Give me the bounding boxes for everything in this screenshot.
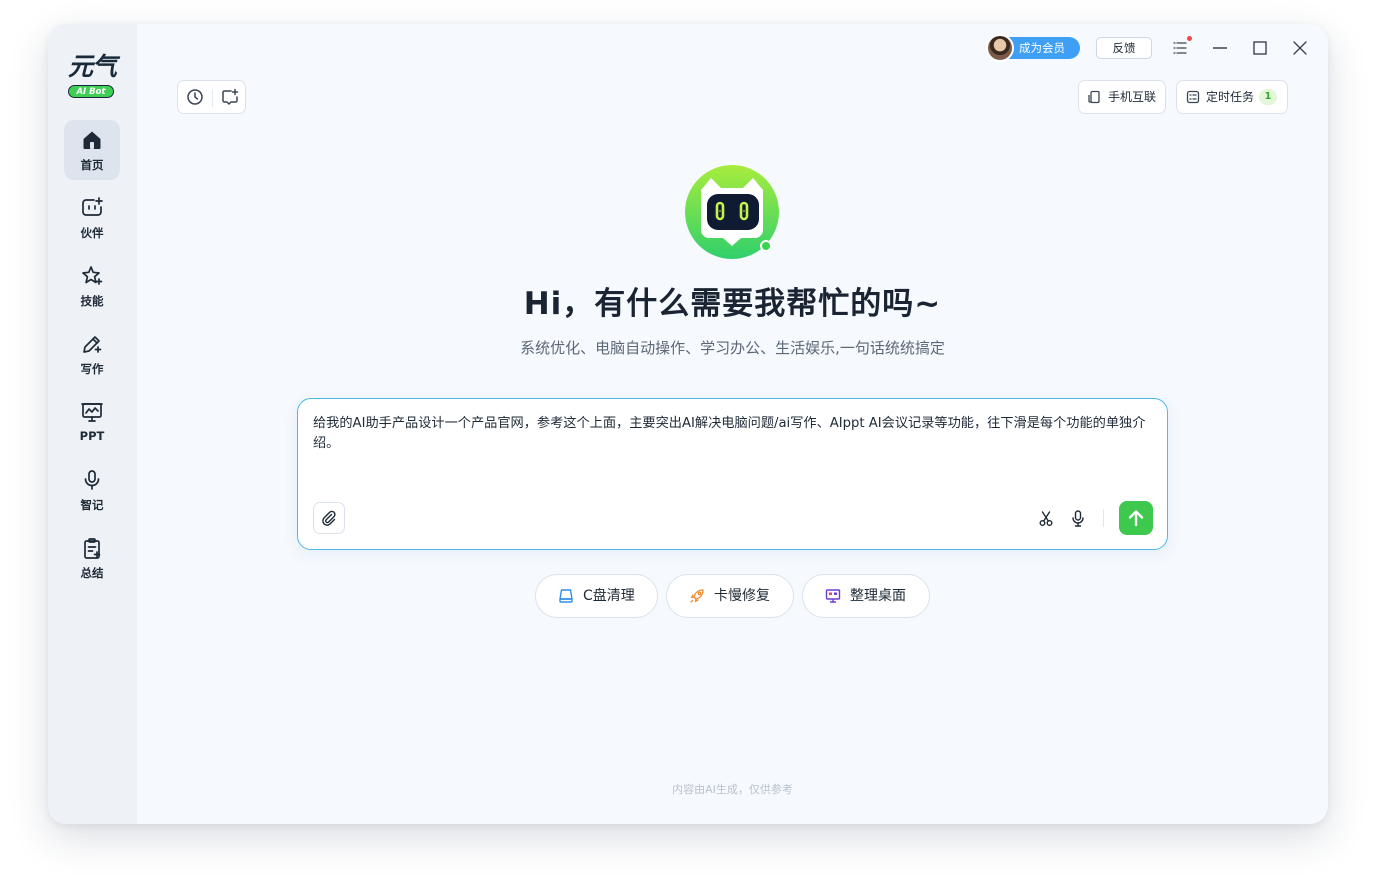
writing-icon (83, 336, 102, 353)
companion-icon (82, 197, 103, 216)
maximize-icon (1253, 41, 1267, 55)
divider (1103, 509, 1104, 527)
sidebar-item-companion[interactable]: 伙伴 (64, 188, 120, 248)
paperclip-icon (322, 510, 336, 526)
close-icon (1293, 41, 1307, 55)
sidebar: 元气 AI Bot 首页 伙伴 技能 写作 PPT 智记 总结 (48, 24, 137, 824)
sidebar-item-label: PPT (79, 429, 105, 443)
desktop-icon (825, 589, 841, 603)
ai-disclaimer: 内容由AI生成，仅供参考 (672, 783, 793, 796)
quick-action-label: 卡慢修复 (714, 588, 770, 604)
feedback-button[interactable]: 反馈 (1096, 37, 1152, 59)
ppt-icon (81, 403, 103, 422)
voice-input-button[interactable] (1067, 507, 1089, 529)
close-button[interactable] (1289, 38, 1311, 58)
screenshot-button[interactable] (1035, 507, 1057, 529)
minimize-button[interactable] (1209, 38, 1231, 58)
home-icon (83, 131, 101, 149)
summary-icon (84, 538, 101, 559)
sidebar-item-label: 总结 (80, 566, 104, 580)
phone-link-label: 手机互联 (1108, 90, 1157, 104)
chat-tools (177, 80, 246, 114)
skills-icon (82, 266, 103, 285)
microphone-icon (84, 470, 100, 490)
task-count-badge: 1 (1259, 89, 1277, 105)
new-chat-button[interactable] (213, 81, 247, 113)
scheduled-tasks-icon (1186, 90, 1200, 104)
maximize-button[interactable] (1249, 38, 1271, 58)
sidebar-item-summary[interactable]: 总结 (64, 528, 120, 588)
sidebar-item-label: 伙伴 (80, 226, 104, 240)
sidebar-item-ppt[interactable]: PPT (64, 392, 120, 452)
history-icon (187, 89, 203, 105)
sidebar-item-home[interactable]: 首页 (64, 120, 120, 180)
member-button[interactable]: 成为会员 (986, 34, 1080, 62)
notification-dot (1187, 36, 1192, 41)
logo-badge: AI Bot (68, 85, 114, 98)
sidebar-item-label: 智记 (80, 498, 104, 512)
scissors-icon (1039, 511, 1053, 526)
sidebar-item-label: 技能 (80, 294, 104, 308)
sidebar-item-skills[interactable]: 技能 (64, 256, 120, 316)
new-chat-icon (222, 88, 239, 105)
sidebar-item-smart-notes[interactable]: 智记 (64, 460, 120, 520)
quick-action-disk-cleanup[interactable]: C盘清理 (535, 574, 658, 618)
robot-mascot (683, 164, 783, 264)
app-window: 元气 AI Bot 首页 伙伴 技能 写作 PPT 智记 总结 成为会员 反馈 … (48, 24, 1328, 824)
attach-button[interactable] (313, 502, 345, 534)
quick-action-organize-desktop[interactable]: 整理桌面 (802, 574, 930, 618)
sidebar-item-label: 首页 (80, 158, 104, 172)
rocket-icon (690, 589, 704, 603)
phone-link-icon (1088, 90, 1100, 104)
menu-button[interactable] (1169, 38, 1191, 58)
scheduled-tasks-button[interactable]: 定时任务 1 (1176, 80, 1288, 114)
send-button[interactable] (1119, 501, 1153, 535)
greeting-title: Hi，有什么需要我帮忙的吗~ (523, 286, 942, 322)
phone-link-button[interactable]: 手机互联 (1078, 80, 1166, 114)
prompt-input[interactable]: 给我的AI助手产品设计一个产品官网，参考这个上面，主要突出AI解决电脑问题/ai… (313, 414, 1153, 454)
arrow-up-icon (1128, 510, 1144, 527)
prompt-input-box[interactable]: 给我的AI助手产品设计一个产品官网，参考这个上面，主要突出AI解决电脑问题/ai… (297, 398, 1168, 550)
microphone-icon (1072, 510, 1084, 527)
sidebar-item-writing[interactable]: 写作 (64, 324, 120, 384)
quick-action-label: 整理桌面 (850, 588, 906, 604)
app-logo: 元气 AI Bot (64, 52, 120, 100)
disk-icon (559, 589, 573, 603)
logo-text: 元气 (67, 52, 117, 81)
robot-mascot-icon (685, 165, 779, 259)
menu-icon (1173, 42, 1187, 54)
greeting-subtitle: 系统优化、电脑自动操作、学习办公、生活娱乐,一句话统统搞定 (520, 339, 945, 357)
quick-action-label: C盘清理 (583, 588, 635, 604)
quick-action-lag-fix[interactable]: 卡慢修复 (666, 574, 794, 618)
sidebar-item-label: 写作 (80, 362, 104, 376)
scheduled-tasks-label: 定时任务 (1206, 90, 1255, 104)
minimize-icon (1213, 47, 1227, 49)
history-button[interactable] (178, 81, 212, 113)
avatar[interactable] (986, 34, 1014, 62)
